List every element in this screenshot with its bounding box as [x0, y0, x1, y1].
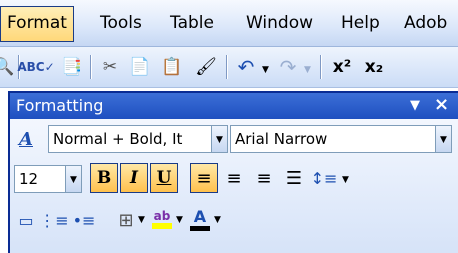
research-icon[interactable]: 🔍 [0, 55, 16, 79]
style-combo[interactable]: Normal + Bold, It [48, 125, 212, 153]
toolbar-title: Formatting [16, 96, 104, 115]
subscript-icon[interactable]: x₂ [362, 55, 386, 79]
justify-icon[interactable]: ☰ [280, 163, 308, 193]
menu-table[interactable]: Table [164, 6, 220, 40]
formatting-row-lists: ▭ ⋮≡ •≡ ⊞ ▼ ab ▼ A ▼ [10, 201, 458, 241]
formatting-row-size-style: 12 ▼ B I U ≡ ≡ ≡ ☰ ↕≡ ▼ [10, 159, 458, 199]
spelling-icon[interactable]: ABC✓ [17, 55, 54, 79]
numbering-icon[interactable]: ⋮≡ [39, 207, 68, 233]
print-preview-icon[interactable]: 📑 [60, 55, 84, 79]
paste-icon[interactable]: 📋 [160, 55, 184, 79]
toolbar-separator [226, 55, 227, 79]
close-icon[interactable]: × [434, 92, 449, 118]
font-color-dropdown-icon[interactable]: ▼ [214, 215, 221, 225]
align-center-icon[interactable]: ≡ [220, 163, 248, 193]
format-painter-icon[interactable]: 🖌 [194, 55, 218, 79]
text-box-icon[interactable]: ▭ [14, 207, 38, 233]
formatting-toolbar-body: A Normal + Bold, It ▼ Arial Narrow ▼ 12 … [10, 119, 458, 253]
toolbar-separator [90, 55, 91, 79]
font-dropdown-icon[interactable]: ▼ [436, 125, 452, 153]
bold-button[interactable]: B [90, 163, 118, 193]
align-right-icon[interactable]: ≡ [250, 163, 278, 193]
toolbar-separator [320, 55, 321, 79]
font-size-combo[interactable]: 12 [14, 165, 66, 193]
font-size-dropdown-icon[interactable]: ▼ [66, 165, 82, 193]
line-spacing-icon[interactable]: ↕≡ [310, 163, 338, 193]
menu-adobe[interactable]: Adob [398, 6, 453, 40]
superscript-icon[interactable]: x² [330, 55, 354, 79]
formatting-toolbar-window: Formatting ▼ × A Normal + Bold, It ▼ Ari… [8, 91, 458, 253]
toolbar-options-icon[interactable]: ▼ [410, 93, 420, 119]
formatting-row-style-font: A Normal + Bold, It ▼ Arial Narrow ▼ [10, 119, 458, 159]
redo-icon[interactable]: ↷ [276, 55, 300, 79]
style-dropdown-icon[interactable]: ▼ [212, 125, 228, 153]
borders-dropdown-icon[interactable]: ▼ [138, 215, 145, 225]
bullets-icon[interactable]: •≡ [72, 207, 96, 233]
menu-window[interactable]: Window [240, 6, 319, 40]
undo-icon[interactable]: ↶ [234, 55, 258, 79]
font-color-icon[interactable]: A [188, 205, 212, 233]
menu-tools[interactable]: Tools [94, 6, 148, 40]
highlight-icon[interactable]: ab [150, 205, 174, 233]
underline-button[interactable]: U [150, 163, 178, 193]
undo-dropdown-icon[interactable]: ▼ [262, 65, 269, 75]
copy-icon[interactable]: 📄 [128, 55, 152, 79]
font-combo[interactable]: Arial Narrow [230, 125, 436, 153]
borders-icon[interactable]: ⊞ [114, 207, 138, 233]
menu-format[interactable]: Format [0, 6, 74, 42]
line-spacing-dropdown-icon[interactable]: ▼ [342, 175, 349, 185]
styles-and-formatting-icon[interactable]: A [12, 127, 40, 151]
cut-icon[interactable]: ✂ [98, 55, 122, 79]
menu-bar: Format Tools Table Window Help Adob [0, 0, 458, 47]
align-left-icon[interactable]: ≡ [190, 163, 218, 193]
menu-help[interactable]: Help [335, 6, 386, 40]
formatting-title-bar[interactable]: Formatting ▼ × [10, 93, 458, 119]
highlight-dropdown-icon[interactable]: ▼ [176, 215, 183, 225]
standard-toolbar: 🔍 ABC✓ 📑 ✂ 📄 📋 🖌 ↶ ▼ ↷ ▼ x² x₂ [0, 47, 458, 88]
italic-button[interactable]: I [120, 163, 148, 193]
redo-dropdown-icon[interactable]: ▼ [304, 65, 311, 75]
